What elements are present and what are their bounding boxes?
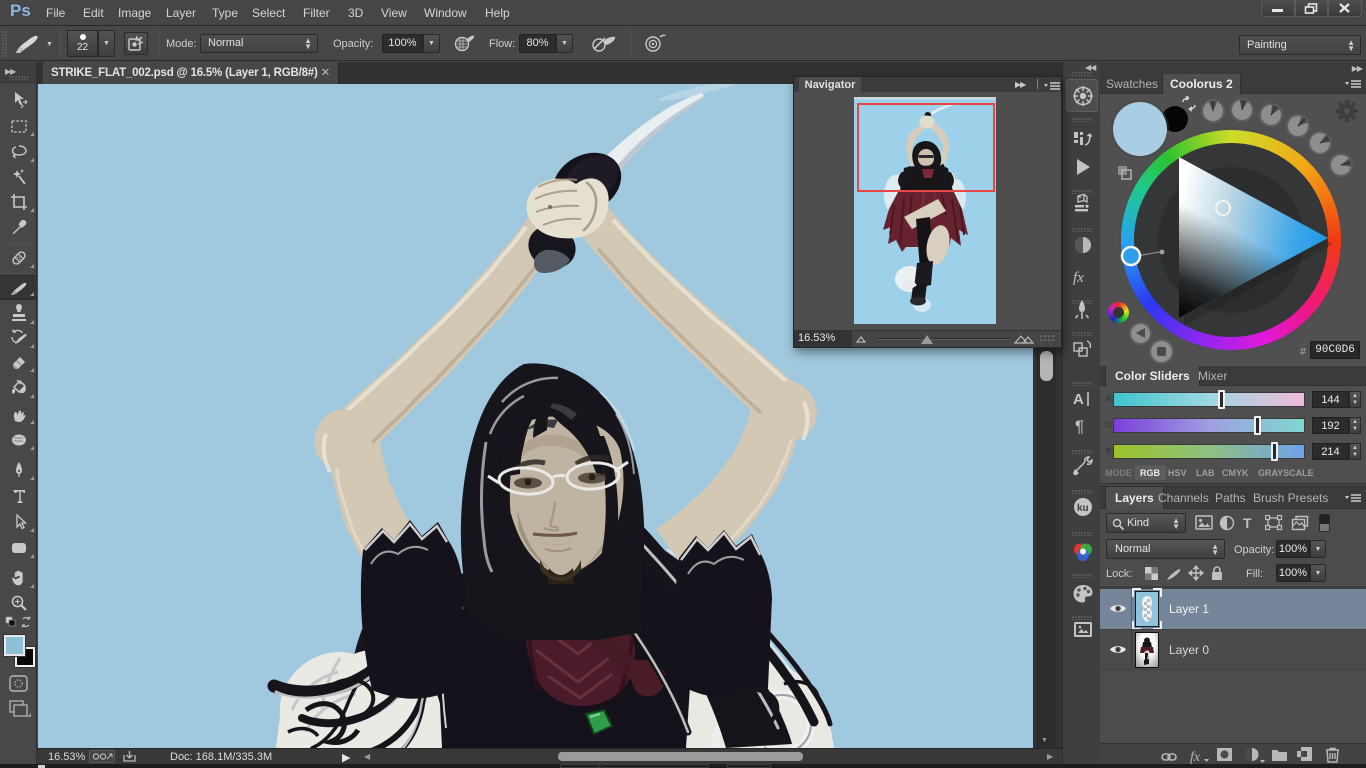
svg-text:ku: ku (1077, 503, 1089, 514)
svg-text:A: A (1073, 391, 1084, 408)
svg-text:¶: ¶ (1075, 417, 1084, 436)
svg-text:fx: fx (1190, 750, 1201, 765)
svg-text:fx: fx (1073, 270, 1084, 286)
